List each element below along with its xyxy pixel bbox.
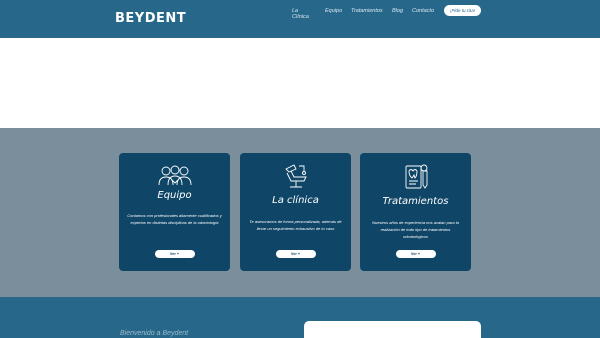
welcome-heading: Bienvenido a Beydent [120, 330, 189, 337]
ver-mas-button[interactable]: Ver + [395, 250, 436, 258]
treatment-document-icon [405, 164, 427, 189]
beydent-logo[interactable]: BEYDENT [115, 11, 186, 26]
ver-mas-button[interactable]: Ver + [275, 250, 316, 258]
team-icon [158, 165, 191, 186]
card-description: Te asesoramos de forma personalizada, ad… [249, 219, 342, 231]
card-description: Contamos con profesionales altamente cua… [127, 213, 222, 225]
contact-form-box[interactable] [304, 321, 481, 338]
dental-chair-icon [284, 164, 307, 188]
card-tratamientos: Tratamientos Nuestros años de experienci… [360, 153, 471, 271]
site-header: BEYDENT La Clínica Equipo Tratamientos B… [0, 0, 600, 38]
nav-la-clinica[interactable]: La Clínica [292, 8, 309, 20]
card-equipo: Equipo Contamos con profesionales altame… [119, 153, 230, 271]
card-description: Nuestros años de experiencia nos avalan … [372, 220, 459, 239]
hero-area [0, 38, 600, 128]
nav-equipo[interactable]: Equipo [325, 8, 342, 14]
nav-tratamientos[interactable]: Tratamientos [351, 8, 383, 14]
ver-mas-button[interactable]: Ver + [154, 250, 195, 258]
card-la-clinica: La clínica Te asesoramos de forma person… [240, 153, 351, 271]
card-title: Equipo [157, 190, 192, 201]
nav-blog[interactable]: Blog [392, 8, 403, 14]
card-title: Tratamientos [382, 196, 449, 207]
card-title: La clínica [272, 195, 319, 206]
book-appointment-button[interactable]: ¡Pide tu cita! [444, 5, 481, 16]
nav-contacto[interactable]: Contacto [412, 8, 434, 14]
welcome-section: Bienvenido a Beydent [0, 297, 600, 338]
